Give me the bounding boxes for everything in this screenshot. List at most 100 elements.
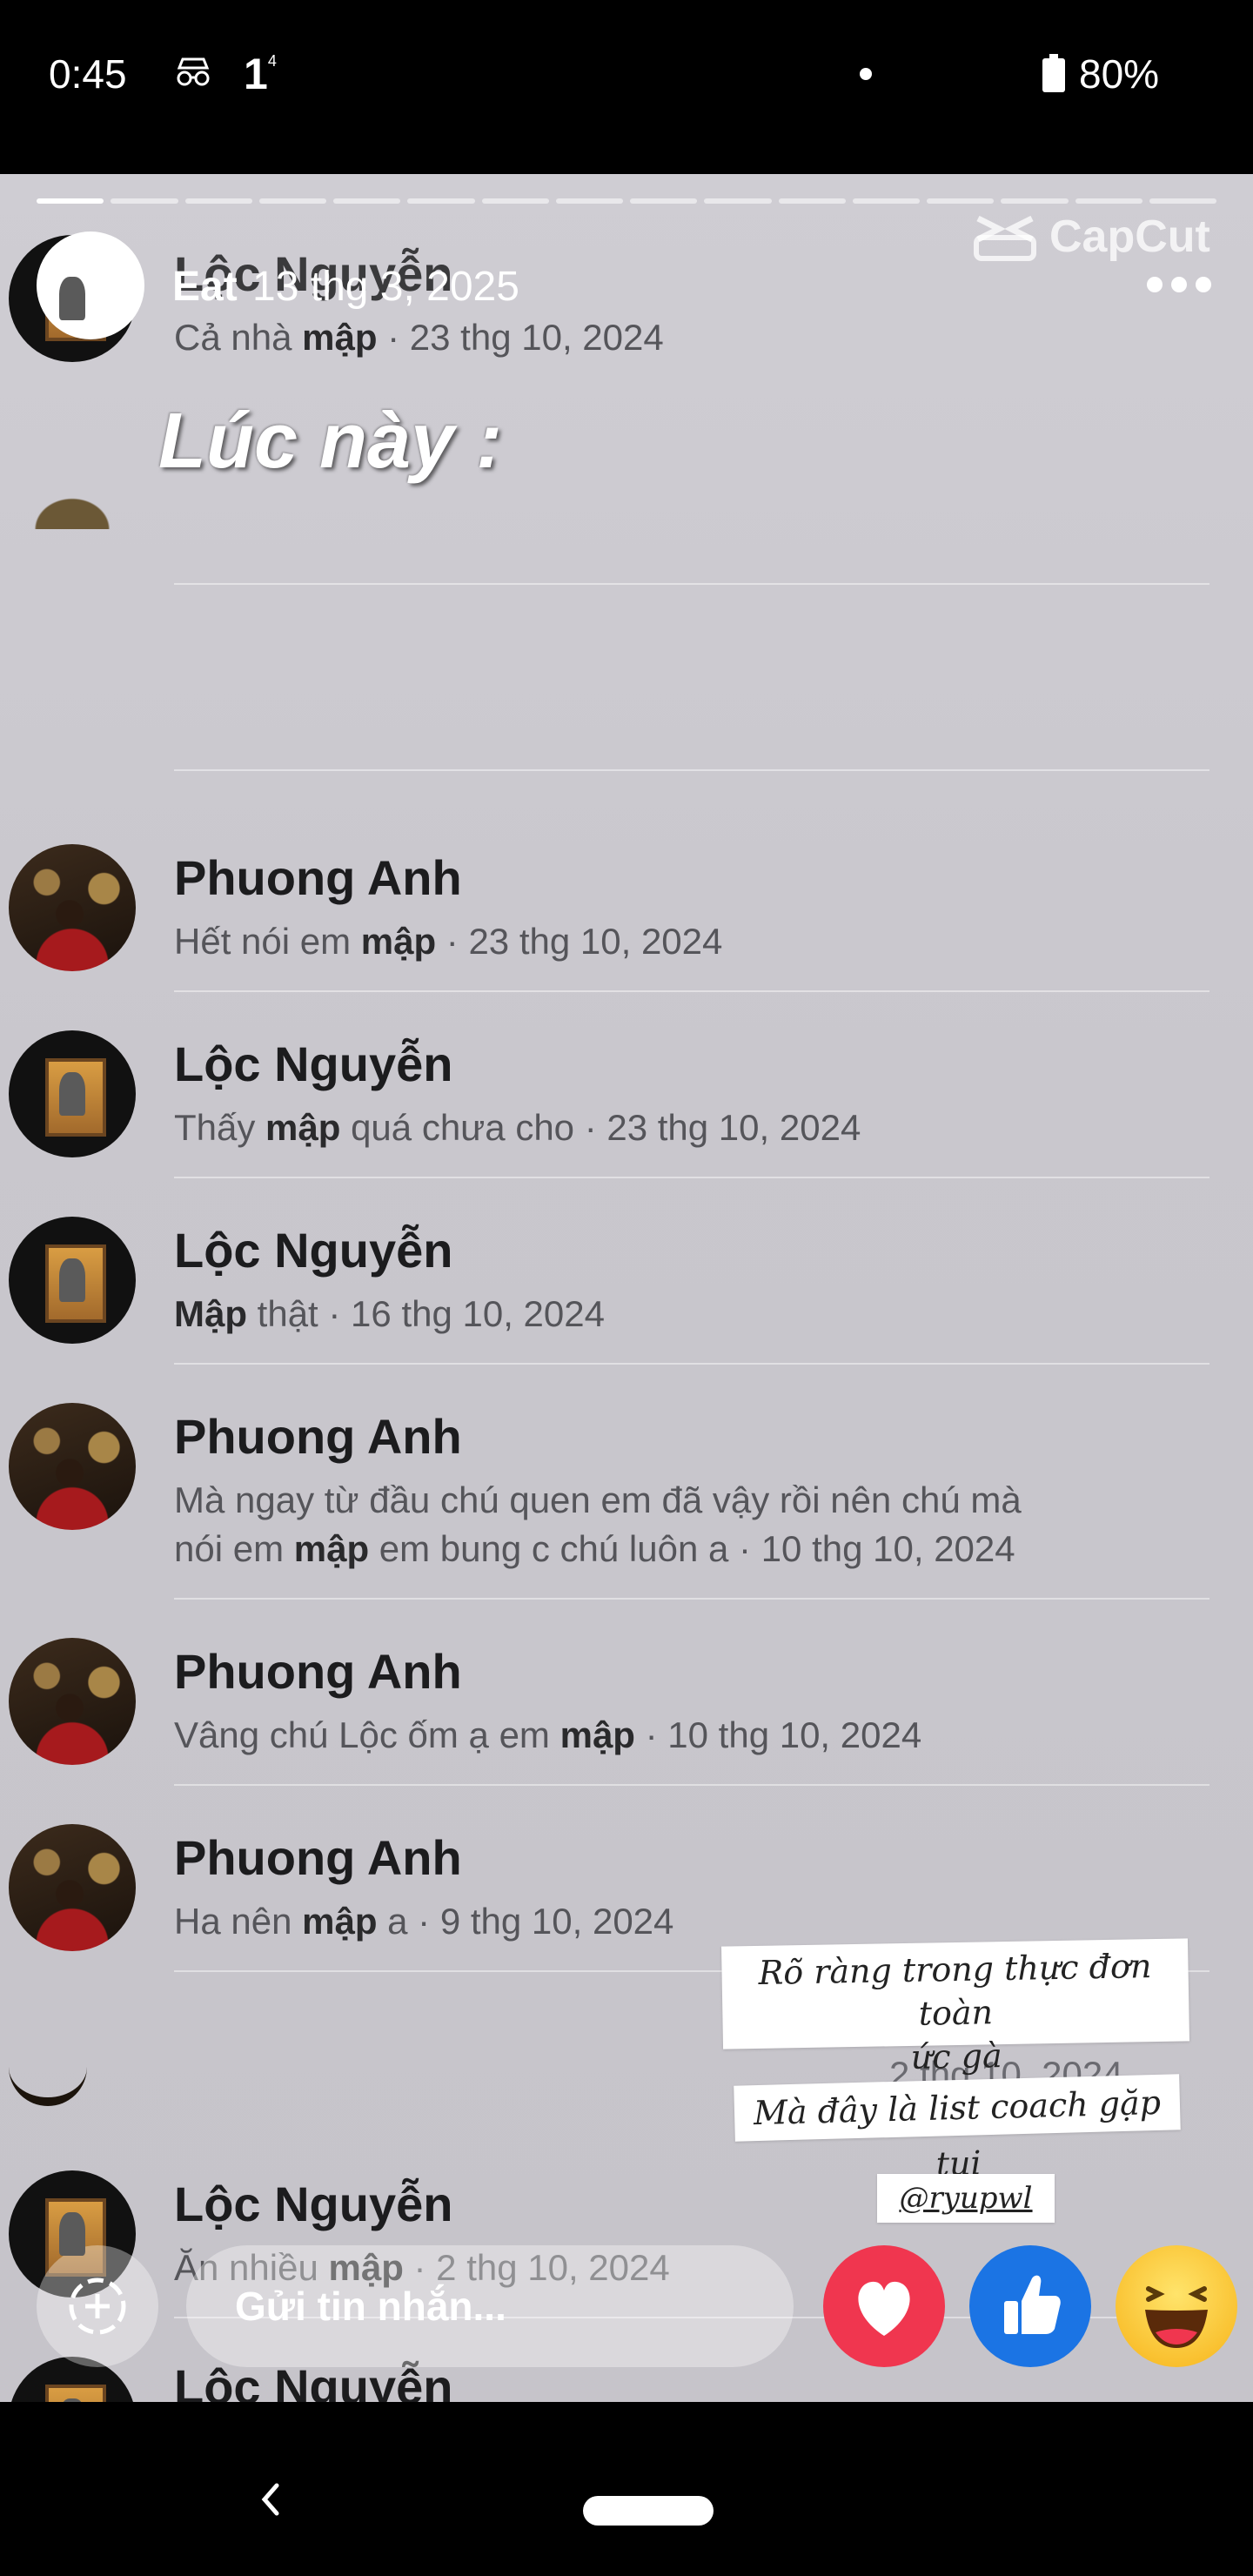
comment-text-post: quá chưa cho — [340, 1107, 575, 1148]
commenter-avatar — [9, 1217, 136, 1344]
commenter-avatar — [9, 1638, 136, 1765]
commenter-avatar — [9, 844, 136, 971]
story-progress — [37, 198, 1216, 204]
more-options-icon[interactable] — [1147, 277, 1211, 294]
comment-date: · 23 thg 10, 2024 — [436, 921, 723, 962]
comment-text-bold: mập — [360, 921, 437, 962]
capcut-label: CapCut — [1049, 211, 1210, 262]
comment-text-post: a — [377, 1901, 408, 1942]
signal-superscript: 4 — [267, 52, 277, 70]
comment-text-bold: mập — [265, 1107, 341, 1148]
caption-line: Rõ ràng trong thực đơn toàn — [758, 1947, 1152, 2033]
haha-reaction-button[interactable] — [1116, 2245, 1237, 2367]
progress-segment — [184, 198, 252, 204]
comment-text: Mập thật · 16 thg 10, 2024 — [174, 1290, 605, 1338]
progress-segment — [704, 198, 772, 204]
divider — [174, 583, 1209, 585]
partial-avatar — [9, 477, 136, 529]
story-headline: Lúc này : — [158, 398, 503, 485]
progress-segment — [555, 198, 623, 204]
progress-segment — [333, 198, 401, 204]
comment-date: · 16 thg 10, 2024 — [318, 1293, 605, 1334]
comment-date: · 23 thg 10, 2024 — [377, 317, 664, 358]
love-reaction-button[interactable] — [823, 2245, 945, 2367]
comment-text-pre: Vâng chú Lộc ốm ạ em — [174, 1714, 560, 1755]
status-time: 0:45 — [49, 51, 127, 97]
comment-text-bold: mập — [559, 1714, 635, 1755]
comment-text-bold: Mập — [174, 1293, 247, 1334]
divider — [174, 769, 1209, 771]
heart-icon — [858, 2281, 910, 2336]
capcut-icon — [974, 215, 1036, 261]
thumbs-up-icon — [1004, 2275, 1061, 2334]
caption-line: ức gà — [910, 2036, 1003, 2076]
handle-sticker: @ryupwl — [877, 2174, 1055, 2223]
battery-icon — [1042, 54, 1065, 92]
caption-sticker: Rõ ràng trong thực đơn toàn ức gà — [721, 1938, 1189, 2076]
comment-author: Lộc Nguyễn — [174, 2177, 453, 2231]
story-author[interactable]: Eat — [172, 263, 238, 311]
progress-segment — [258, 198, 326, 204]
commenter-avatar — [9, 1403, 136, 1530]
comment-text: Hết nói em mập · 23 thg 10, 2024 — [174, 917, 722, 966]
signal-value: 1 — [244, 50, 268, 98]
comment-text-post: em bung c chú luôn a — [369, 1528, 729, 1569]
story-date: 13 thg 3, 2025 — [252, 264, 519, 310]
comment-author: Lộc Nguyễn — [174, 1223, 453, 1278]
laughing-face-icon — [1145, 2286, 1208, 2348]
comment-text: Thấy mập quá chưa cho · 23 thg 10, 2024 — [174, 1104, 861, 1152]
commenter-avatar — [9, 1030, 136, 1157]
progress-segment — [37, 198, 104, 204]
home-pill[interactable] — [583, 2496, 714, 2526]
comment-text: Ha nên mập a · 9 thg 10, 2024 — [174, 1897, 673, 1946]
story-author-avatar[interactable] — [37, 231, 144, 339]
add-media-button[interactable] — [37, 2245, 158, 2367]
progress-segment — [481, 198, 549, 204]
comment-author: Lộc Nguyễn — [174, 1036, 453, 1091]
comment-text: Cả nhà mập · 23 thg 10, 2024 — [174, 313, 664, 362]
battery-level: 80% — [1079, 51, 1160, 97]
divider — [174, 1784, 1209, 1786]
progress-segment — [1075, 198, 1142, 204]
comment-text: nói em mập em bung c chú luôn a · 10 thg… — [174, 1525, 1015, 1573]
caption-sticker: Mà đây là list coach gặp tui — [734, 2074, 1181, 2184]
commenter-avatar — [9, 1824, 136, 1951]
partial-avatar — [9, 2036, 87, 2106]
capcut-watermark: CapCut — [973, 211, 1210, 263]
comment-text-bold: mập — [302, 317, 378, 358]
comment-date: · 10 thg 10, 2024 — [634, 1714, 922, 1755]
progress-segment — [407, 198, 475, 204]
story-viewer[interactable]: Lộc Nguyễn Cả nhà mập · 23 thg 10, 2024 … — [0, 174, 1253, 2402]
divider — [174, 1177, 1209, 1178]
incognito-icon — [177, 57, 210, 86]
progress-segment — [927, 198, 995, 204]
add-circle-icon — [69, 2277, 126, 2335]
comment-text-post: thật — [247, 1293, 318, 1334]
comment-text-bold: mập — [293, 1528, 370, 1569]
comment-text-pre: nói em — [174, 1528, 294, 1569]
comment-text-pre: Cả nhà — [174, 317, 303, 358]
reply-input[interactable]: Gửi tin nhắn... — [186, 2245, 794, 2367]
comment-text-pre: Hết nói em — [174, 921, 361, 962]
comment-date: · 23 thg 10, 2024 — [574, 1107, 861, 1148]
comment-author: Phuong Anh — [174, 1830, 462, 1885]
navigation-bar — [0, 2402, 1253, 2576]
comment-author: Phuong Anh — [174, 850, 462, 905]
progress-segment — [630, 198, 698, 204]
divider — [174, 1598, 1209, 1600]
comment-text-line: Mà ngay từ đầu chú quen em đã vậy rồi nê… — [174, 1479, 1022, 1520]
progress-segment — [852, 198, 920, 204]
progress-segment — [111, 198, 178, 204]
comment-text-bold: mập — [302, 1901, 378, 1942]
divider — [174, 990, 1209, 992]
comment-text-pre: Thấy — [174, 1107, 266, 1148]
like-reaction-button[interactable] — [969, 2245, 1091, 2367]
status-bar: 0:45 14 80% — [0, 0, 1253, 174]
back-icon[interactable] — [258, 2482, 284, 2517]
progress-segment — [778, 198, 846, 204]
comment-text: Vâng chú Lộc ốm ạ em mập · 10 thg 10, 20… — [174, 1711, 921, 1760]
progress-segment — [1001, 198, 1069, 204]
comment-date: · 9 thg 10, 2024 — [407, 1901, 674, 1942]
divider — [174, 1363, 1209, 1365]
progress-segment — [1149, 198, 1216, 204]
